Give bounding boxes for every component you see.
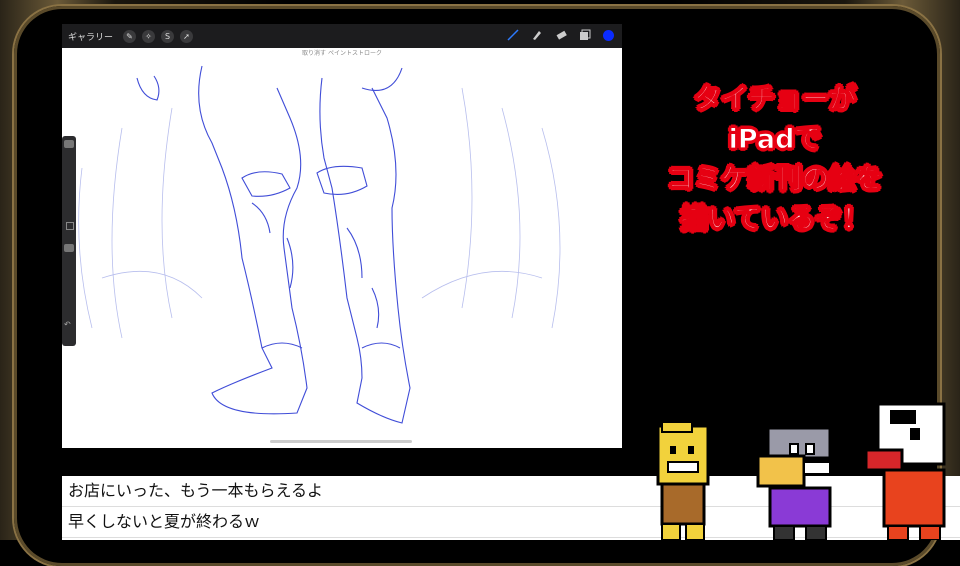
ipad-screen: ギャラリー ✎ ✧ S ➚ 取り消す ペイントストローク: [62, 24, 622, 448]
brush-sidebar: ↶: [62, 136, 76, 346]
pixel-characters: [656, 402, 946, 540]
wand-icon[interactable]: ✧: [142, 29, 156, 43]
caption-line: 描いているぞ！: [680, 204, 870, 236]
brush-size-slider[interactable]: [64, 140, 74, 148]
red-character: [864, 402, 946, 540]
caption-line: iPadで: [728, 124, 822, 156]
caption: タイチョーが iPadで コミケ新刊の絵を 描いているぞ！: [640, 80, 910, 240]
smudge-icon[interactable]: [531, 29, 543, 41]
procreate-toolbar: ギャラリー ✎ ✧ S ➚: [62, 24, 622, 48]
s-selection-icon[interactable]: S: [161, 29, 175, 43]
caption-line: コミケ新刊の絵を: [667, 164, 884, 196]
canvas-scroll-indicator: [270, 440, 412, 443]
sketch-canvas[interactable]: [62, 48, 622, 448]
gallery-button[interactable]: ギャラリー: [68, 30, 113, 43]
layers-icon[interactable]: [579, 29, 591, 41]
brush-icon[interactable]: [507, 29, 519, 41]
undo-icon[interactable]: ↶: [64, 320, 71, 329]
right-tools: [507, 29, 614, 41]
color-icon[interactable]: [603, 29, 614, 41]
arrow-icon[interactable]: ➚: [180, 29, 194, 43]
eraser-icon[interactable]: [555, 29, 567, 41]
caption-line: タイチョーが: [694, 84, 857, 116]
modify-button[interactable]: [66, 222, 74, 230]
wrench-icon[interactable]: ✎: [123, 29, 137, 43]
yellow-character: [656, 421, 710, 540]
opacity-slider[interactable]: [64, 244, 74, 252]
purple-character: [756, 426, 832, 540]
